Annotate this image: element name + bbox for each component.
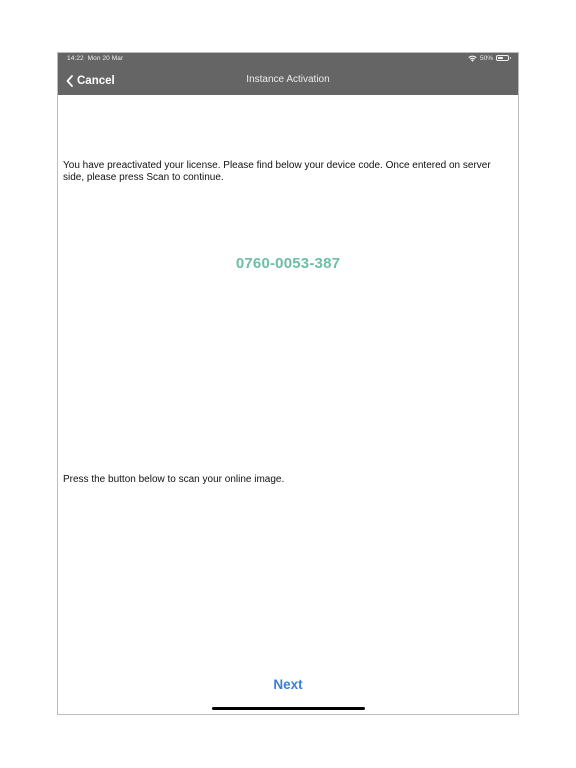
battery-percentage: 50% <box>479 54 493 62</box>
app-screen: 14:22 Mon 20 Mar 50% Cancel Instance Act… <box>57 52 519 715</box>
status-bar: 14:22 Mon 20 Mar 50% <box>58 53 518 66</box>
scan-instructions-text: Press the button below to scan your onli… <box>63 474 285 485</box>
device-code: 0760-0053-387 <box>235 255 341 272</box>
status-time: 14:22 <box>67 55 84 62</box>
page-title: Instance Activation <box>246 74 330 85</box>
status-time-date: 14:22 Mon 20 Mar <box>67 55 123 62</box>
wifi-icon <box>468 55 477 62</box>
status-date: Mon 20 Mar <box>87 55 124 62</box>
battery-icon <box>496 55 511 61</box>
status-indicators: 50% <box>468 54 511 62</box>
home-indicator[interactable] <box>212 707 365 710</box>
navigation-bar: Cancel Instance Activation <box>58 66 518 95</box>
instructions-text: You have preactivated your license. Plea… <box>63 160 491 183</box>
battery-fill <box>498 57 503 59</box>
next-button[interactable]: Next <box>58 677 518 692</box>
